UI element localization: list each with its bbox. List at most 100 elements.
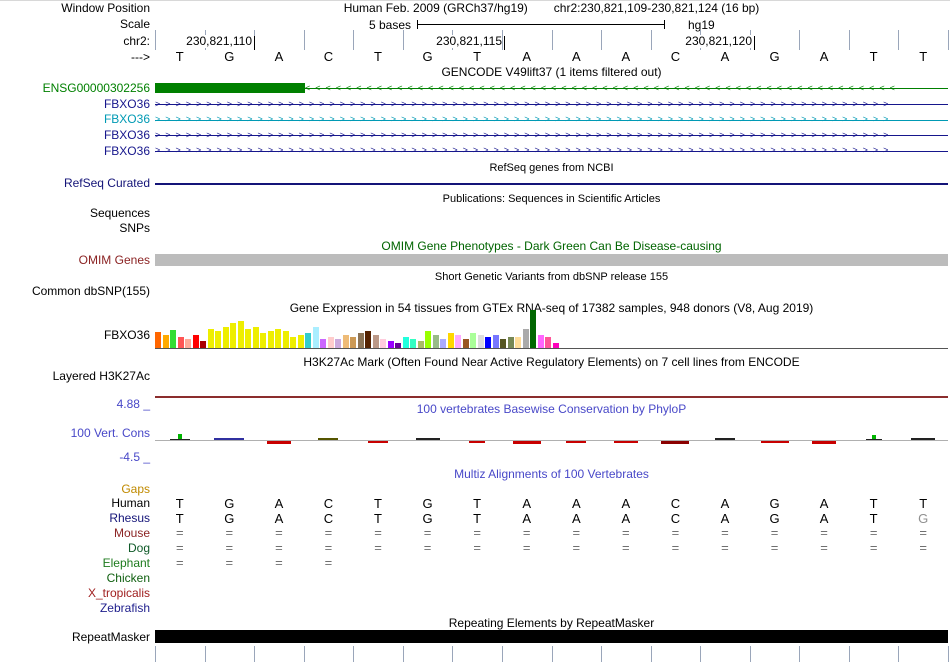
track-label-mouse[interactable]: Mouse <box>0 527 150 540</box>
omim-genes-bar[interactable] <box>155 254 948 266</box>
multiz-mouse-gap[interactable]: = <box>760 526 790 540</box>
phylop-mark[interactable] <box>865 439 882 440</box>
track-label-omim-genes[interactable]: OMIM Genes <box>0 254 150 267</box>
track-label-repeatmasker[interactable]: RepeatMasker <box>0 631 150 644</box>
multiz-dog-gap[interactable]: = <box>512 541 542 555</box>
multiz-human-base[interactable]: G <box>214 497 244 511</box>
multiz-mouse-gap[interactable]: = <box>660 526 690 540</box>
multiz-mouse-gap[interactable]: = <box>462 526 492 540</box>
track-caption-h3k27ac[interactable]: H3K27Ac Mark (Often Found Near Active Re… <box>155 356 948 369</box>
track-label-common-dbsnp[interactable]: Common dbSNP(155) <box>0 285 150 298</box>
multiz-mouse-gap[interactable]: = <box>214 526 244 540</box>
track-label-rhesus[interactable]: Rhesus <box>0 512 150 525</box>
multiz-rhesus-base[interactable]: T <box>859 512 889 526</box>
gtex-bar[interactable] <box>530 310 536 348</box>
repeatmasker-bar[interactable] <box>155 630 948 643</box>
track-label-layered-h3k27ac[interactable]: Layered H3K27Ac <box>0 370 150 383</box>
multiz-mouse-gap[interactable]: = <box>363 526 393 540</box>
multiz-human-base[interactable]: A <box>264 497 294 511</box>
track-label-human[interactable]: Human <box>0 497 150 510</box>
track-caption-dbsnp[interactable]: Short Genetic Variants from dbSNP releas… <box>155 271 948 284</box>
gtex-bar[interactable] <box>425 331 431 348</box>
multiz-dog-gap[interactable]: = <box>413 541 443 555</box>
gtex-bar[interactable] <box>372 335 379 348</box>
gtex-bar[interactable] <box>432 335 439 348</box>
track-caption-multiz[interactable]: Multiz Alignments of 100 Vertebrates <box>155 468 948 481</box>
phylop-mark[interactable] <box>214 438 245 440</box>
multiz-human-base[interactable]: G <box>413 497 443 511</box>
gtex-bar[interactable] <box>357 333 364 348</box>
track-label-gaps[interactable]: Gaps <box>0 483 150 496</box>
multiz-rhesus-base[interactable]: T <box>363 512 393 526</box>
multiz-rhesus-base[interactable]: G <box>760 512 790 526</box>
multiz-elephant-gap[interactable]: = <box>214 556 244 570</box>
multiz-rhesus-base[interactable]: C <box>660 512 690 526</box>
gtex-bar[interactable] <box>522 329 529 348</box>
multiz-mouse-gap[interactable]: = <box>512 526 542 540</box>
phylop-mark[interactable] <box>661 441 690 444</box>
track-label-snps[interactable]: SNPs <box>0 222 150 235</box>
multiz-human-base[interactable]: C <box>660 497 690 511</box>
gtex-bar[interactable] <box>335 339 341 348</box>
phylop-mark[interactable] <box>266 441 291 444</box>
gtex-bar[interactable] <box>462 339 469 348</box>
gtex-bar[interactable] <box>365 331 371 348</box>
multiz-rhesus-base[interactable]: G <box>908 512 938 526</box>
gene-strand-arrows[interactable]: >>>>>>>>>>>>>>>>>>>>>>>>>>>>>>>>>>>>>>>>… <box>155 144 948 157</box>
gene-strand-arrows[interactable]: <<<<<<<<<<<<<<<<<<<<<<<<<<<<<<<<<<<<<<<<… <box>305 82 948 95</box>
track-label-refseq-curated[interactable]: RefSeq Curated <box>0 177 150 190</box>
multiz-rhesus-base[interactable]: G <box>214 512 244 526</box>
gtex-bar[interactable] <box>470 333 476 348</box>
track-label-chicken[interactable]: Chicken <box>0 572 150 585</box>
gtex-bar[interactable] <box>200 341 206 348</box>
gtex-bar[interactable] <box>395 343 401 348</box>
track-label-gtex-gene[interactable]: FBXO36 <box>0 329 150 342</box>
multiz-mouse-gap[interactable]: = <box>710 526 740 540</box>
track-caption-gtex[interactable]: Gene Expression in 54 tissues from GTEx … <box>155 302 948 315</box>
gtex-bar[interactable] <box>537 335 544 348</box>
multiz-dog-gap[interactable]: = <box>264 541 294 555</box>
gtex-bar[interactable] <box>417 341 424 348</box>
track-label-gene-ensg[interactable]: ENSG00000302256 <box>0 82 150 95</box>
phylop-mark[interactable] <box>714 438 735 440</box>
multiz-rhesus-base[interactable]: C <box>313 512 343 526</box>
multiz-mouse-gap[interactable]: = <box>908 526 938 540</box>
gtex-bar[interactable] <box>342 335 349 348</box>
multiz-dog-gap[interactable]: = <box>859 541 889 555</box>
gtex-bar[interactable] <box>507 337 514 348</box>
track-caption-omim[interactable]: OMIM Gene Phenotypes - Dark Green Can Be… <box>155 240 948 253</box>
gtex-bar[interactable] <box>402 337 409 348</box>
gtex-bar[interactable] <box>312 327 319 348</box>
gtex-bar[interactable] <box>267 331 274 348</box>
gtex-bar[interactable] <box>485 337 491 348</box>
multiz-rhesus-base[interactable]: G <box>413 512 443 526</box>
gtex-bar[interactable] <box>260 333 266 348</box>
multiz-dog-gap[interactable]: = <box>165 541 195 555</box>
gtex-bar[interactable] <box>477 335 484 348</box>
track-label-gene-fbxo36-2[interactable]: FBXO36 <box>0 113 150 126</box>
track-caption-publications[interactable]: Publications: Sequences in Scientific Ar… <box>155 193 948 206</box>
phylop-mark[interactable] <box>415 438 440 440</box>
gtex-bar[interactable] <box>455 335 461 348</box>
multiz-dog-gap[interactable]: = <box>462 541 492 555</box>
gtex-bar[interactable] <box>545 337 551 348</box>
gtex-bar[interactable] <box>387 341 394 348</box>
gene-exon-box[interactable] <box>155 83 305 93</box>
gtex-bar[interactable] <box>275 329 281 348</box>
track-caption-repeats[interactable]: Repeating Elements by RepeatMasker <box>155 617 948 630</box>
gtex-bar[interactable] <box>380 339 386 348</box>
gtex-bar[interactable] <box>222 327 229 348</box>
gtex-bar[interactable] <box>237 321 244 348</box>
track-caption-gencode[interactable]: GENCODE V49lift37 (1 items filtered out) <box>155 66 948 79</box>
multiz-dog-gap[interactable]: = <box>214 541 244 555</box>
phylop-mark[interactable] <box>512 441 541 444</box>
track-caption-phylop[interactable]: 100 vertebrates Basewise Conservation by… <box>155 403 948 416</box>
multiz-mouse-gap[interactable]: = <box>561 526 591 540</box>
multiz-dog-gap[interactable]: = <box>363 541 393 555</box>
multiz-mouse-gap[interactable]: = <box>809 526 839 540</box>
multiz-dog-gap[interactable]: = <box>611 541 641 555</box>
gtex-bar[interactable] <box>170 330 176 348</box>
gtex-bar[interactable] <box>207 329 214 348</box>
multiz-rhesus-base[interactable]: T <box>165 512 195 526</box>
track-label-sequences[interactable]: Sequences <box>0 207 150 220</box>
